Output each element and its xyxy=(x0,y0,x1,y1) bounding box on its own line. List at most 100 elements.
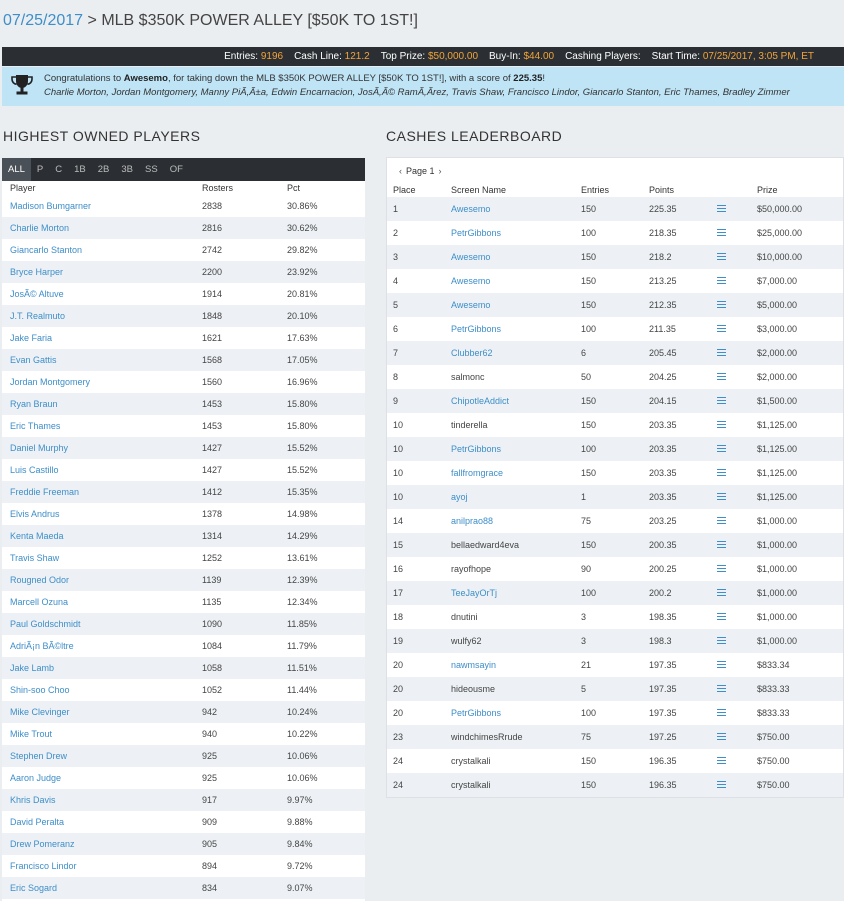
screen-name-link[interactable]: anilprao88 xyxy=(451,516,493,526)
tab-3b[interactable]: 3B xyxy=(115,158,139,181)
view-lineup-icon[interactable] xyxy=(717,637,726,644)
view-lineup-icon[interactable] xyxy=(717,517,726,524)
player-link[interactable]: Eric Thames xyxy=(10,421,60,431)
view-lineup-icon[interactable] xyxy=(717,397,726,404)
place-cell: 10 xyxy=(393,420,404,430)
screen-name-link[interactable]: Awesemo xyxy=(451,276,490,286)
view-lineup-icon[interactable] xyxy=(717,469,726,476)
view-lineup-icon[interactable] xyxy=(717,205,726,212)
player-link[interactable]: Marcell Ozuna xyxy=(10,597,68,607)
player-link[interactable]: Eric Sogard xyxy=(10,883,57,893)
entries-cell: 6 xyxy=(581,348,587,358)
screen-name-link[interactable]: Awesemo xyxy=(451,300,490,310)
player-link[interactable]: Stephen Drew xyxy=(10,751,67,761)
screen-name-link[interactable]: fallfromgrace xyxy=(451,468,503,478)
player-link[interactable]: Paul Goldschmidt xyxy=(10,619,81,629)
player-link[interactable]: Rougned Odor xyxy=(10,575,69,585)
player-link[interactable]: Bryce Harper xyxy=(10,267,63,277)
player-link[interactable]: Daniel Murphy xyxy=(10,443,68,453)
player-link[interactable]: Freddie Freeman xyxy=(10,487,79,497)
player-link[interactable]: Shin-soo Choo xyxy=(10,685,70,695)
tab-p[interactable]: P xyxy=(31,158,49,181)
points-cell: 200.35 xyxy=(649,540,677,550)
player-link[interactable]: Francisco Lindor xyxy=(10,861,77,871)
player-link[interactable]: Khris Davis xyxy=(10,795,56,805)
player-link[interactable]: AdriÃ¡n BÃ©ltre xyxy=(10,641,74,651)
screen-name-link[interactable]: PetrGibbons xyxy=(451,228,501,238)
view-lineup-icon[interactable] xyxy=(717,229,726,236)
prev-page-button[interactable]: ‹ xyxy=(399,166,402,176)
screen-name-link[interactable]: ChipotleAddict xyxy=(451,396,509,406)
lineup-cell xyxy=(717,461,757,485)
screen-name-text: crystalkali xyxy=(451,756,491,766)
view-lineup-icon[interactable] xyxy=(717,445,726,452)
view-lineup-icon[interactable] xyxy=(717,565,726,572)
lineup-cell xyxy=(717,293,757,317)
view-lineup-icon[interactable] xyxy=(717,613,726,620)
view-lineup-icon[interactable] xyxy=(717,349,726,356)
screen-name-link[interactable]: TeeJayOrTj xyxy=(451,588,497,598)
player-link[interactable]: Jordan Montgomery xyxy=(10,377,90,387)
winner-name: Awesemo xyxy=(123,73,168,84)
player-cell: Daniel Murphy xyxy=(2,437,202,459)
player-link[interactable]: Travis Shaw xyxy=(10,553,59,563)
player-link[interactable]: Madison Bumgarner xyxy=(10,201,91,211)
prize-cell: $1,000.00 xyxy=(757,516,798,526)
date-link[interactable]: 07/25/2017 xyxy=(3,12,83,29)
player-link[interactable]: Elvis Andrus xyxy=(10,509,60,519)
player-link[interactable]: Kenta Maeda xyxy=(10,531,64,541)
screen-name-link[interactable]: PetrGibbons xyxy=(451,324,501,334)
view-lineup-icon[interactable] xyxy=(717,709,726,716)
view-lineup-icon[interactable] xyxy=(717,493,726,500)
tab-2b[interactable]: 2B xyxy=(92,158,116,181)
view-lineup-icon[interactable] xyxy=(717,253,726,260)
rosters-cell: 1848 xyxy=(202,311,223,321)
table-row: J.T. Realmuto 1848 20.10% xyxy=(2,305,365,327)
player-link[interactable]: J.T. Realmuto xyxy=(10,311,65,321)
player-link[interactable]: JosÃ© Altuve xyxy=(10,289,64,299)
player-link[interactable]: Jake Faria xyxy=(10,333,52,343)
view-lineup-icon[interactable] xyxy=(717,733,726,740)
view-lineup-icon[interactable] xyxy=(717,301,726,308)
tab-of[interactable]: OF xyxy=(164,158,189,181)
screen-name-link[interactable]: nawmsayin xyxy=(451,660,496,670)
view-lineup-icon[interactable] xyxy=(717,541,726,548)
tab-all[interactable]: ALL xyxy=(2,158,31,181)
screen-name-link[interactable]: Awesemo xyxy=(451,204,490,214)
player-link[interactable]: Evan Gattis xyxy=(10,355,57,365)
player-link[interactable]: David Peralta xyxy=(10,817,64,827)
player-link[interactable]: Ryan Braun xyxy=(10,399,58,409)
screen-name-link[interactable]: ayoj xyxy=(451,492,468,502)
player-link[interactable]: Luis Castillo xyxy=(10,465,59,475)
screen-name-link[interactable]: Clubber62 xyxy=(451,348,493,358)
screen-name-cell: wulfy62 xyxy=(451,629,581,653)
view-lineup-icon[interactable] xyxy=(717,661,726,668)
screen-name-cell: TeeJayOrTj xyxy=(451,581,581,605)
view-lineup-icon[interactable] xyxy=(717,685,726,692)
view-lineup-icon[interactable] xyxy=(717,781,726,788)
player-link[interactable]: Mike Clevinger xyxy=(10,707,70,717)
view-lineup-icon[interactable] xyxy=(717,421,726,428)
view-lineup-icon[interactable] xyxy=(717,325,726,332)
rosters-cell: 1090 xyxy=(202,619,223,629)
player-link[interactable]: Giancarlo Stanton xyxy=(10,245,82,255)
player-link[interactable]: Aaron Judge xyxy=(10,773,61,783)
screen-name-cell: crystalkali xyxy=(451,773,581,797)
player-link[interactable]: Drew Pomeranz xyxy=(10,839,75,849)
view-lineup-icon[interactable] xyxy=(717,373,726,380)
pct-cell: 15.80% xyxy=(287,421,318,431)
screen-name-link[interactable]: PetrGibbons xyxy=(451,444,501,454)
screen-name-link[interactable]: PetrGibbons xyxy=(451,708,501,718)
player-link[interactable]: Mike Trout xyxy=(10,729,52,739)
tab-1b[interactable]: 1B xyxy=(68,158,92,181)
player-link[interactable]: Jake Lamb xyxy=(10,663,54,673)
view-lineup-icon[interactable] xyxy=(717,757,726,764)
player-link[interactable]: Charlie Morton xyxy=(10,223,69,233)
screen-name-cell: crystalkali xyxy=(451,749,581,773)
screen-name-link[interactable]: Awesemo xyxy=(451,252,490,262)
view-lineup-icon[interactable] xyxy=(717,589,726,596)
tab-ss[interactable]: SS xyxy=(139,158,164,181)
tab-c[interactable]: C xyxy=(49,158,68,181)
next-page-button[interactable]: › xyxy=(439,166,442,176)
view-lineup-icon[interactable] xyxy=(717,277,726,284)
